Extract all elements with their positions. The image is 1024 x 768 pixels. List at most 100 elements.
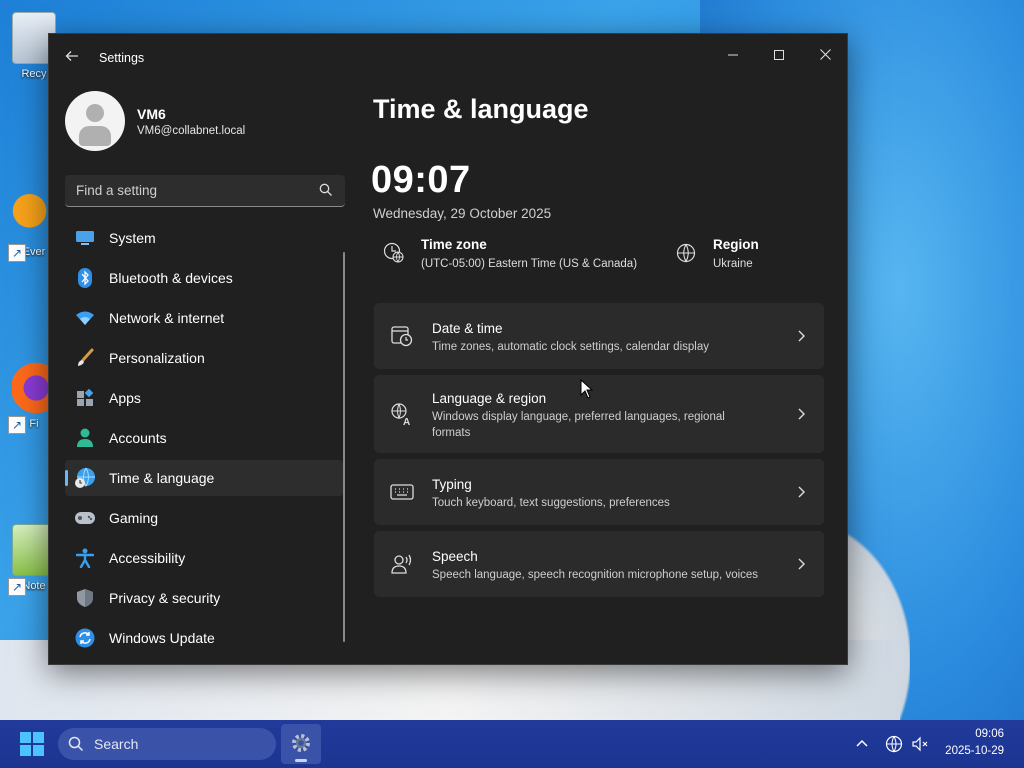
card-date-time[interactable]: Date & time Time zones, automatic clock … (374, 303, 824, 369)
language-icon: A (391, 403, 410, 426)
system-monitor-icon (74, 227, 96, 249)
back-arrow-icon (65, 51, 78, 61)
sidebar-item-bluetooth[interactable]: Bluetooth & devices (65, 260, 343, 296)
close-button[interactable] (803, 40, 847, 70)
sidebar-item-label: Accessibility (109, 550, 186, 566)
chevron-up-icon[interactable] (852, 734, 872, 754)
apps-icon (74, 387, 96, 409)
svg-text:A: A (403, 417, 410, 426)
settings-window: Settings VM6 VM6@collabnet.local System (48, 33, 848, 665)
sidebar-nav: System Bluetooth & devices Network & int… (65, 220, 343, 660)
search-icon (68, 736, 84, 752)
sidebar-item-gaming[interactable]: Gaming (65, 500, 343, 536)
windows-start-icon[interactable] (20, 732, 44, 756)
globe-clock-icon (74, 467, 96, 489)
sidebar-scrollbar[interactable] (343, 252, 345, 642)
sidebar-item-windows-update[interactable]: Windows Update (65, 620, 343, 656)
shortcut-arrow-icon: ↗ (8, 244, 26, 262)
taskbar: Search 09:06 2025-10-29 (0, 720, 1024, 768)
card-title: Language & region (432, 391, 547, 406)
shield-icon (74, 587, 96, 609)
region-value: Ukraine (713, 258, 753, 270)
sidebar-item-label: Privacy & security (109, 590, 221, 606)
sidebar-item-time-language[interactable]: Time & language (65, 460, 343, 496)
shortcut-arrow-icon: ↗ (8, 416, 26, 434)
card-title: Speech (432, 549, 478, 564)
network-globe-icon[interactable] (884, 734, 904, 754)
accessibility-icon (74, 547, 96, 569)
avatar-body (79, 126, 111, 146)
minimize-button[interactable] (711, 40, 755, 70)
sidebar-item-network[interactable]: Network & internet (65, 300, 343, 336)
chevron-right-icon (798, 330, 805, 342)
profile-name: VM6 (137, 106, 166, 122)
sidebar-item-apps[interactable]: Apps (65, 380, 343, 416)
taskbar-settings-app[interactable] (281, 724, 321, 764)
sidebar-item-label: Accounts (109, 430, 167, 446)
sidebar-item-label: Personalization (109, 350, 205, 366)
globe-clock-icon (383, 242, 404, 263)
gamepad-icon (74, 507, 96, 529)
keyboard-icon (390, 484, 414, 500)
minimize-icon (728, 54, 738, 56)
current-date: Wednesday, 29 October 2025 (373, 206, 552, 221)
chevron-right-icon (798, 408, 805, 420)
search-icon (319, 183, 332, 196)
paintbrush-icon (74, 347, 96, 369)
taskbar-clock-time[interactable]: 09:06 (975, 728, 1004, 740)
sidebar-item-label: Gaming (109, 510, 159, 526)
taskbar-clock-date[interactable]: 2025-10-29 (945, 745, 1004, 757)
back-button[interactable] (61, 48, 83, 70)
timezone-value: (UTC-05:00) Eastern Time (US & Canada) (421, 258, 638, 270)
profile-email: VM6@collabnet.local (137, 125, 246, 137)
wifi-icon (74, 307, 96, 329)
update-icon (74, 627, 96, 649)
avatar (65, 91, 125, 151)
speech-icon (391, 554, 412, 574)
avatar-head (86, 104, 104, 122)
maximize-icon (774, 50, 784, 60)
sidebar-item-accounts[interactable]: Accounts (65, 420, 343, 456)
current-time: 09:07 (371, 159, 471, 201)
bluetooth-icon (74, 267, 96, 289)
sidebar-item-label: Time & language (109, 470, 215, 486)
mouse-cursor-icon (580, 379, 594, 399)
maximize-button[interactable] (757, 40, 801, 70)
sidebar-item-accessibility[interactable]: Accessibility (65, 540, 343, 576)
card-subtitle: Windows display language, preferred lang… (432, 411, 725, 439)
sidebar-item-label: Network & internet (109, 310, 225, 326)
card-title: Date & time (432, 321, 503, 336)
sidebar-item-label: Windows Update (109, 630, 215, 646)
volume-muted-icon[interactable] (910, 734, 930, 754)
card-language-region[interactable]: A Language & region Windows display lang… (374, 375, 824, 453)
card-subtitle: Speech language, speech recognition micr… (432, 569, 759, 581)
card-typing[interactable]: Typing Touch keyboard, text suggestions,… (374, 459, 824, 525)
window-title: Settings (99, 51, 145, 65)
sidebar-item-system[interactable]: System (65, 220, 343, 256)
calendar-clock-icon (391, 326, 413, 347)
title-bar[interactable]: Settings (49, 34, 847, 82)
globe-icon (676, 243, 696, 263)
search-input[interactable] (65, 175, 305, 206)
card-speech[interactable]: Speech Speech language, speech recogniti… (374, 531, 824, 597)
chevron-right-icon (798, 486, 805, 498)
sidebar-item-label: System (109, 230, 156, 246)
page-title: Time & language (373, 94, 589, 124)
chevron-right-icon (798, 558, 805, 570)
sidebar-item-label: Apps (109, 390, 141, 406)
sidebar-item-privacy[interactable]: Privacy & security (65, 580, 343, 616)
active-app-indicator (295, 759, 307, 762)
shortcut-arrow-icon: ↗ (8, 578, 26, 596)
taskbar-search-label: Search (94, 736, 139, 752)
region-title: Region (713, 237, 759, 252)
close-icon (819, 49, 831, 60)
card-title: Typing (432, 477, 472, 492)
sidebar-item-personalization[interactable]: Personalization (65, 340, 343, 376)
settings-search[interactable] (65, 175, 345, 207)
card-subtitle: Time zones, automatic clock settings, ca… (432, 341, 709, 353)
timezone-title: Time zone (421, 237, 487, 252)
taskbar-search[interactable]: Search (58, 728, 276, 760)
person-icon (74, 427, 96, 449)
card-subtitle: Touch keyboard, text suggestions, prefer… (432, 497, 670, 509)
sidebar-item-label: Bluetooth & devices (109, 270, 233, 286)
